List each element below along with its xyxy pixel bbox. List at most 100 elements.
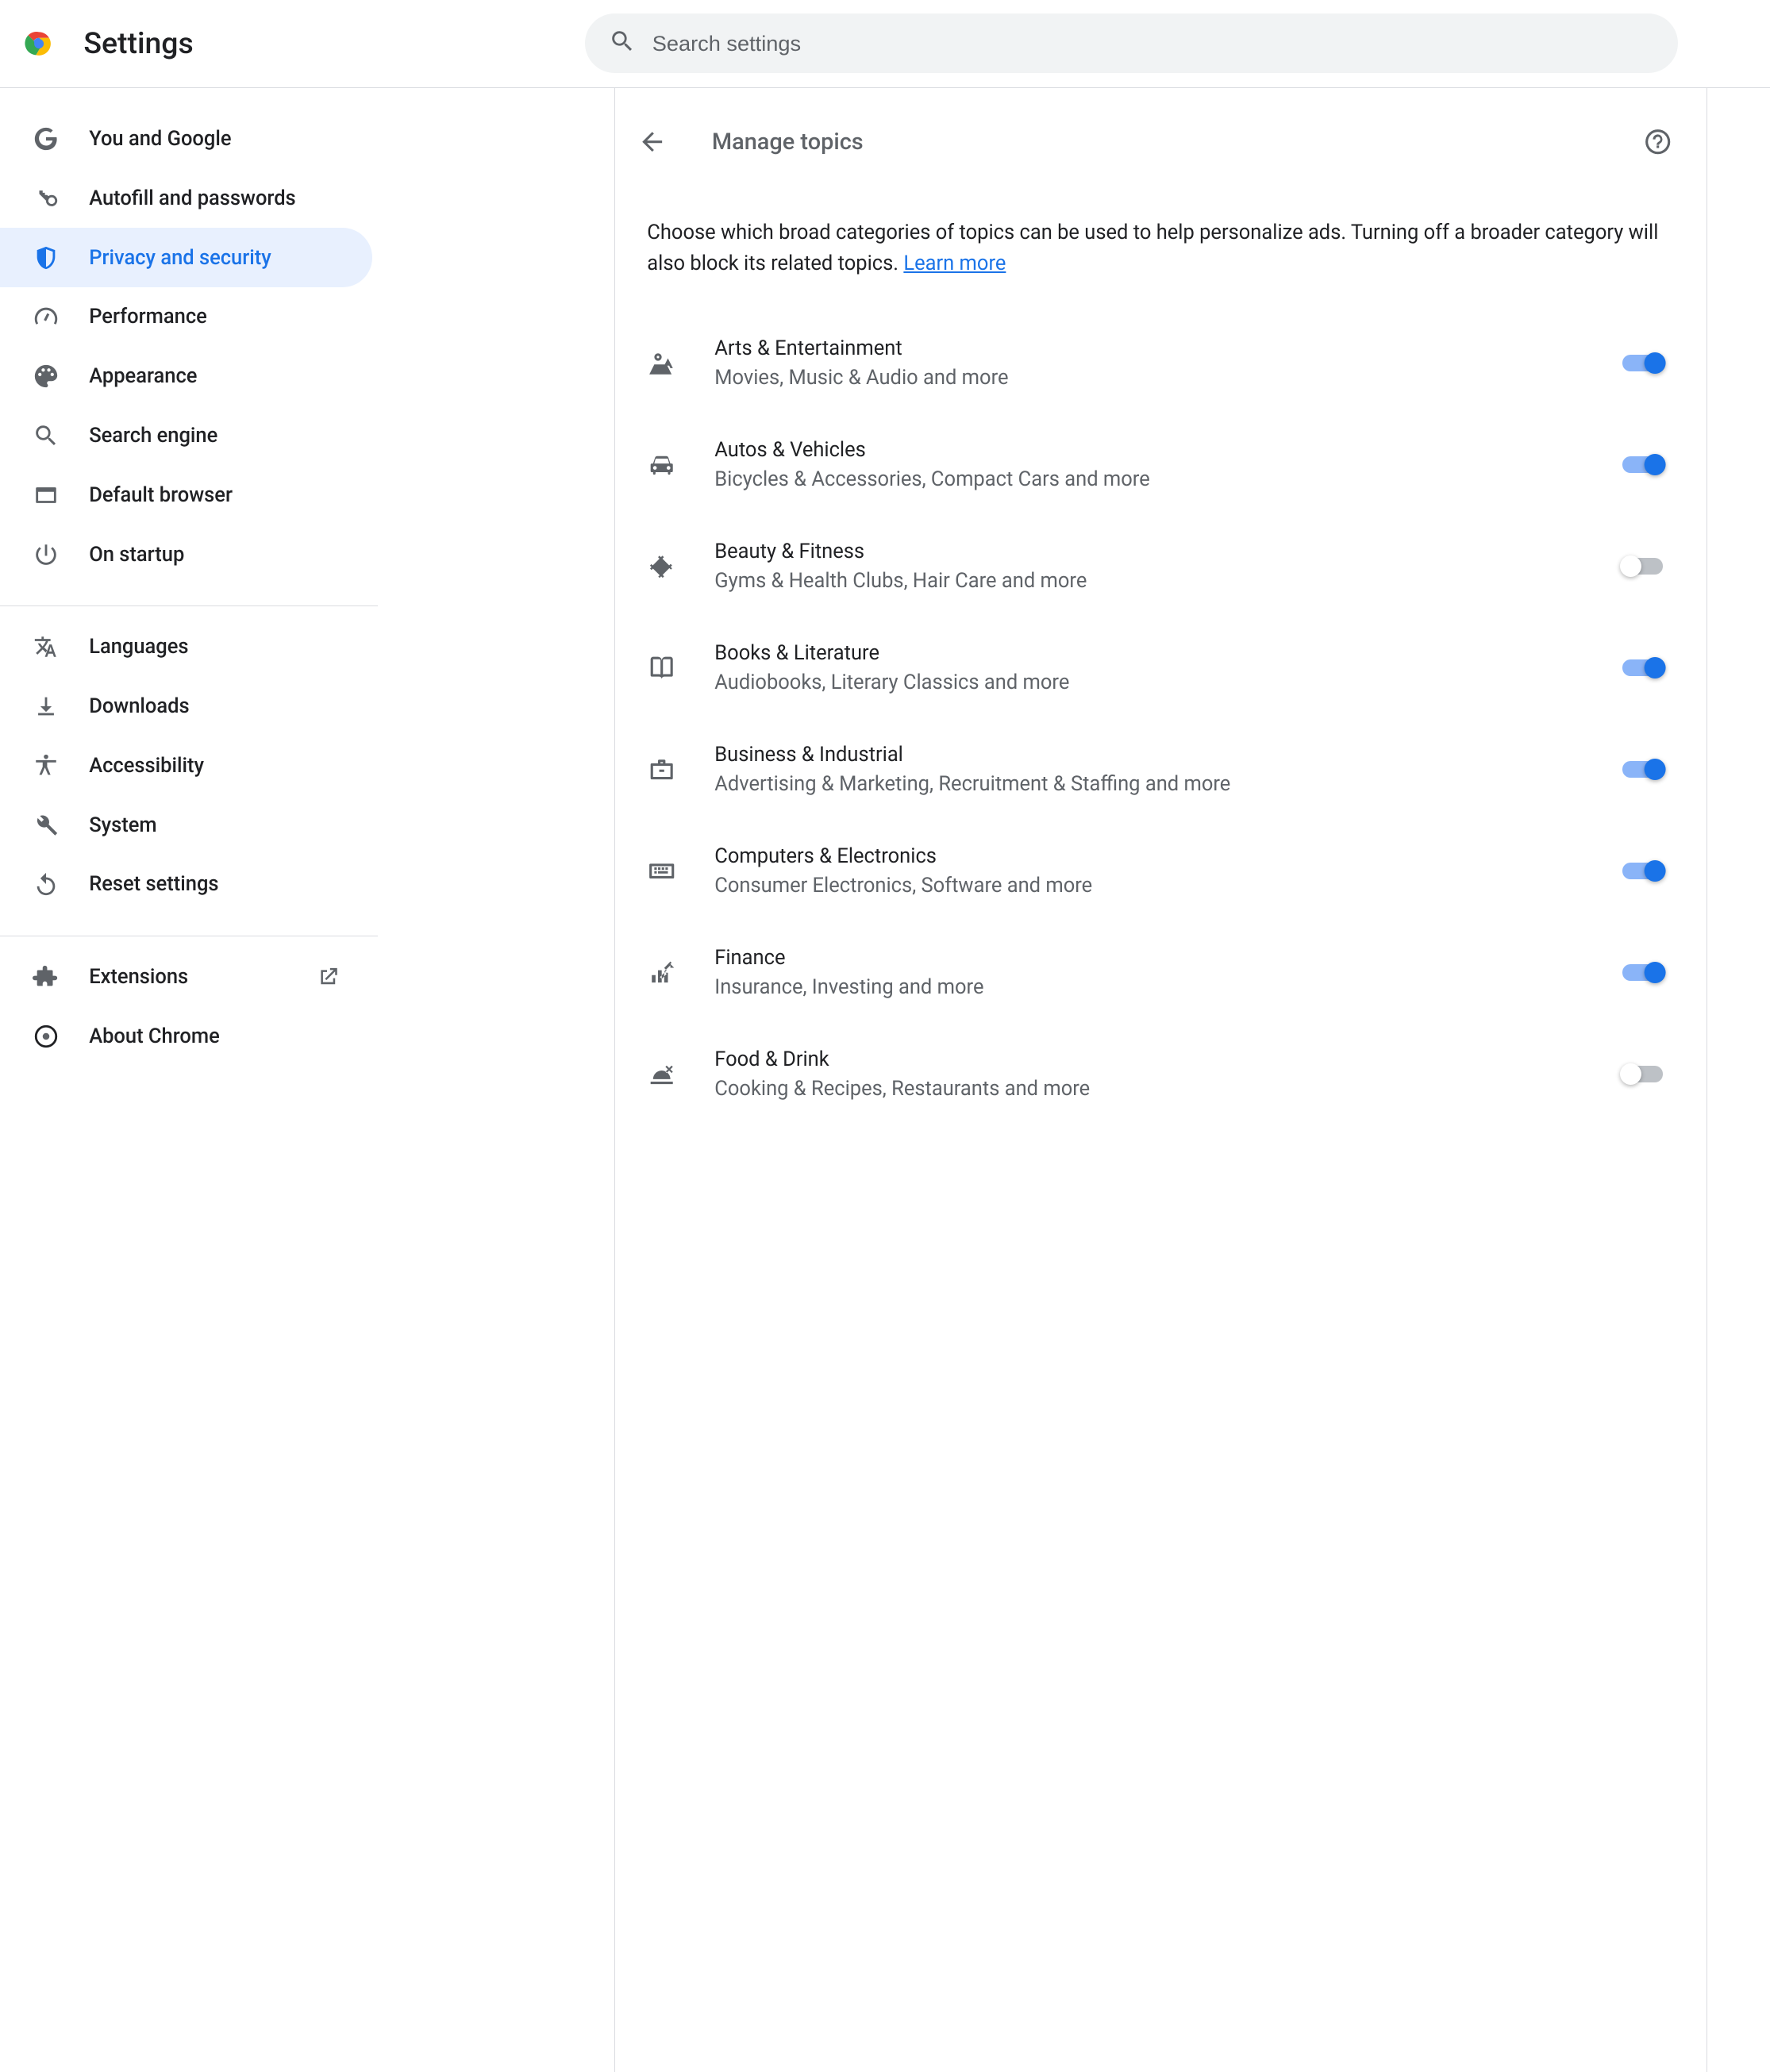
sidebar-item-label: You and Google bbox=[89, 127, 340, 151]
sidebar-item-languages[interactable]: Languages bbox=[0, 617, 372, 677]
topic-row-computers: Computers & Electronics Consumer Electron… bbox=[625, 820, 1695, 921]
topic-toggle-arts[interactable] bbox=[1622, 355, 1663, 371]
topic-subtitle: Audiobooks, Literary Classics and more bbox=[714, 671, 1584, 694]
sidebar-item-downloads[interactable]: Downloads bbox=[0, 677, 372, 736]
topic-row-beauty: Beauty & Fitness Gyms & Health Clubs, Hai… bbox=[625, 515, 1695, 617]
topic-subtitle: Consumer Electronics, Software and more bbox=[714, 874, 1584, 898]
topic-title: Arts & Entertainment bbox=[714, 336, 1584, 360]
sidebar-item-label: Extensions bbox=[89, 965, 286, 989]
sidebar-item-about[interactable]: About Chrome bbox=[0, 1006, 372, 1066]
help-button[interactable] bbox=[1630, 115, 1684, 169]
topic-subtitle: Cooking & Recipes, Restaurants and more bbox=[714, 1077, 1584, 1101]
download-icon bbox=[33, 693, 60, 720]
sidebar-item-reset[interactable]: Reset settings bbox=[0, 855, 372, 914]
search-icon bbox=[609, 28, 636, 60]
topic-row-autos: Autos & Vehicles Bicycles & Accessories, … bbox=[625, 414, 1695, 516]
topic-title: Computers & Electronics bbox=[714, 844, 1584, 868]
sidebar-item-search-engine[interactable]: Search engine bbox=[0, 406, 372, 466]
window-icon bbox=[33, 482, 60, 509]
topic-subtitle: Movies, Music & Audio and more bbox=[714, 366, 1584, 390]
power-icon bbox=[33, 541, 60, 568]
key-icon bbox=[33, 185, 60, 212]
topic-row-finance: Finance Insurance, Investing and more bbox=[625, 921, 1695, 1023]
sidebar-item-label: System bbox=[89, 813, 340, 837]
sidebar-item-appearance[interactable]: Appearance bbox=[0, 347, 372, 406]
accessibility-icon bbox=[33, 752, 60, 779]
car-icon bbox=[647, 450, 676, 479]
book-icon bbox=[647, 653, 676, 682]
app-header: Settings bbox=[0, 0, 1770, 88]
topic-toggle-food[interactable] bbox=[1622, 1066, 1663, 1082]
help-icon bbox=[1643, 127, 1672, 156]
topic-subtitle: Insurance, Investing and more bbox=[714, 975, 1584, 999]
sidebar-item-label: About Chrome bbox=[89, 1024, 340, 1048]
page-description: Choose which broad categories of topics … bbox=[625, 196, 1695, 313]
sidebar-item-accessibility[interactable]: Accessibility bbox=[0, 736, 372, 795]
sidebar-item-label: Languages bbox=[89, 635, 340, 659]
sidebar-item-autofill[interactable]: Autofill and passwords bbox=[0, 168, 372, 228]
topic-title: Autos & Vehicles bbox=[714, 438, 1584, 462]
learn-more-link[interactable]: Learn more bbox=[903, 252, 1006, 275]
sidebar-item-extensions[interactable]: Extensions bbox=[0, 948, 372, 1007]
sidebar-item-label: Accessibility bbox=[89, 754, 340, 778]
briefcase-icon bbox=[647, 755, 676, 784]
chrome-icon bbox=[33, 1023, 60, 1050]
topic-row-books: Books & Literature Audiobooks, Literary C… bbox=[625, 617, 1695, 718]
finance-icon bbox=[647, 958, 676, 987]
palette-icon bbox=[33, 363, 60, 390]
sidebar-item-label: Autofill and passwords bbox=[89, 186, 340, 210]
topic-toggle-finance[interactable] bbox=[1622, 964, 1663, 980]
fitness-icon bbox=[647, 552, 676, 581]
sidebar-item-label: Reset settings bbox=[89, 872, 340, 896]
topic-row-business: Business & Industrial Advertising & Marke… bbox=[625, 718, 1695, 820]
topic-title: Books & Literature bbox=[714, 641, 1584, 665]
sidebar-item-label: Privacy and security bbox=[89, 246, 340, 270]
search-container[interactable] bbox=[585, 13, 1678, 73]
sidebar-item-label: Downloads bbox=[89, 694, 340, 718]
translate-icon bbox=[33, 633, 60, 660]
food-icon bbox=[647, 1059, 676, 1089]
sidebar-item-privacy[interactable]: Privacy and security bbox=[0, 228, 372, 287]
topic-title: Beauty & Fitness bbox=[714, 540, 1584, 563]
topic-title: Food & Drink bbox=[714, 1048, 1584, 1071]
topic-toggle-business[interactable] bbox=[1622, 761, 1663, 777]
back-button[interactable] bbox=[625, 115, 679, 169]
sidebar-item-on-startup[interactable]: On startup bbox=[0, 525, 372, 584]
app-title: Settings bbox=[83, 26, 193, 61]
topic-toggle-books[interactable] bbox=[1622, 659, 1663, 675]
sidebar-divider bbox=[0, 605, 378, 606]
topic-row-arts: Arts & Entertainment Movies, Music & Audi… bbox=[625, 313, 1695, 414]
sidebar-item-label: Performance bbox=[89, 305, 340, 329]
chrome-logo-icon bbox=[21, 26, 56, 61]
reset-icon bbox=[33, 871, 60, 898]
sidebar-item-label: Default browser bbox=[89, 483, 340, 507]
topic-title: Finance bbox=[714, 946, 1584, 970]
shield-icon bbox=[33, 244, 60, 271]
page-title: Manage topics bbox=[712, 129, 1599, 156]
sidebar-item-you-and-google[interactable]: You and Google bbox=[0, 110, 372, 169]
arts-icon bbox=[647, 348, 676, 378]
search-input[interactable] bbox=[652, 31, 1653, 56]
topic-title: Business & Industrial bbox=[714, 743, 1584, 767]
open-external-icon bbox=[316, 965, 341, 990]
topic-toggle-beauty[interactable] bbox=[1622, 558, 1663, 574]
sidebar-item-performance[interactable]: Performance bbox=[0, 287, 372, 347]
sidebar-item-default-browser[interactable]: Default browser bbox=[0, 465, 372, 525]
topic-toggle-autos[interactable] bbox=[1622, 456, 1663, 472]
topic-toggle-computers[interactable] bbox=[1622, 863, 1663, 878]
sidebar-item-system[interactable]: System bbox=[0, 795, 372, 855]
topic-subtitle: Advertising & Marketing, Recruitment & S… bbox=[714, 772, 1584, 796]
sidebar-item-label: Search engine bbox=[89, 424, 340, 448]
content-panel: Manage topics Choose which broad categor… bbox=[614, 88, 1707, 2072]
topic-subtitle: Gyms & Health Clubs, Hair Care and more bbox=[714, 569, 1584, 593]
search-icon bbox=[33, 422, 60, 449]
extension-icon bbox=[33, 963, 60, 990]
speed-icon bbox=[33, 303, 60, 330]
wrench-icon bbox=[33, 812, 60, 839]
sidebar: You and Google Autofill and passwords Priv… bbox=[0, 88, 378, 2072]
arrow-back-icon bbox=[637, 127, 667, 156]
google-icon bbox=[33, 125, 60, 152]
topic-subtitle: Bicycles & Accessories, Compact Cars and… bbox=[714, 467, 1584, 491]
keyboard-icon bbox=[647, 856, 676, 886]
sidebar-item-label: On startup bbox=[89, 543, 340, 567]
